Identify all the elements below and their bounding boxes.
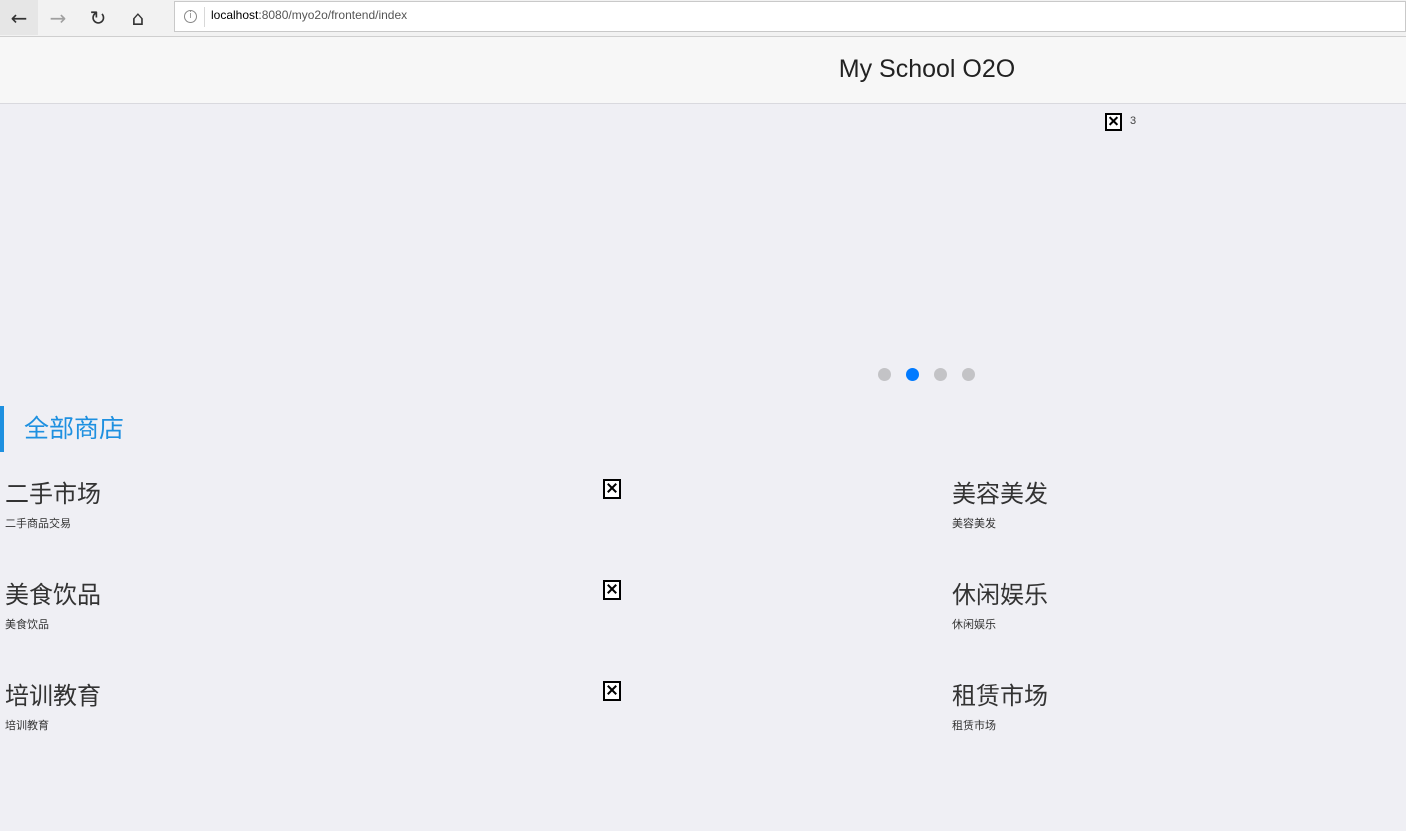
banner-broken-image-icon[interactable]	[1105, 113, 1122, 131]
home-icon[interactable]: ⌂	[119, 0, 157, 35]
category-name: 租赁市场	[952, 682, 1048, 710]
category-desc: 培训教育	[5, 719, 49, 732]
category-name: 培训教育	[5, 682, 101, 710]
page-title: My School O2O	[838, 55, 1016, 83]
slider-dot[interactable]	[878, 368, 891, 381]
category-broken-image-icon[interactable]	[603, 580, 621, 600]
section-title: 全部商店	[0, 406, 124, 452]
category-broken-image-icon[interactable]	[603, 681, 621, 701]
url-text[interactable]: localhost:8080/myo2o/frontend/index	[211, 8, 407, 22]
category-name: 美食饮品	[5, 581, 101, 609]
category-name: 二手市场	[5, 480, 101, 508]
category-broken-image-icon[interactable]	[603, 479, 621, 499]
url-path: :8080/myo2o/frontend/index	[258, 8, 408, 22]
category-desc: 美食饮品	[5, 618, 49, 631]
category-item[interactable]: 培训教育 培训教育	[5, 676, 101, 733]
info-icon[interactable]: i	[184, 10, 197, 23]
slider-dot[interactable]	[962, 368, 975, 381]
category-desc: 二手商品交易	[5, 517, 71, 530]
category-name: 美容美发	[952, 480, 1048, 508]
category-desc: 休闲娱乐	[952, 618, 996, 631]
app-header: My School O2O	[0, 37, 1406, 104]
slider-dot-active[interactable]	[906, 368, 919, 381]
back-icon[interactable]: ←	[0, 0, 38, 35]
slider-dot[interactable]	[934, 368, 947, 381]
browser-toolbar: ← → ↻ ⌂ i localhost:8080/myo2o/frontend/…	[0, 0, 1406, 37]
category-name: 休闲娱乐	[952, 581, 1048, 609]
category-item[interactable]: 租赁市场 租赁市场	[952, 676, 1048, 733]
banner-image-alt: 3	[1130, 115, 1137, 127]
address-bar[interactable]: i localhost:8080/myo2o/frontend/index	[174, 1, 1406, 32]
category-item[interactable]: 二手市场 二手商品交易	[5, 474, 101, 531]
category-item[interactable]: 美容美发 美容美发	[952, 474, 1048, 531]
category-desc: 美容美发	[952, 517, 996, 530]
category-item[interactable]: 美食饮品 美食饮品	[5, 575, 101, 632]
forward-icon[interactable]: →	[39, 0, 77, 35]
url-separator	[204, 7, 205, 27]
reload-icon[interactable]: ↻	[79, 0, 117, 35]
category-desc: 租赁市场	[952, 719, 996, 732]
category-item[interactable]: 休闲娱乐 休闲娱乐	[952, 575, 1048, 632]
url-host: localhost	[211, 8, 259, 22]
